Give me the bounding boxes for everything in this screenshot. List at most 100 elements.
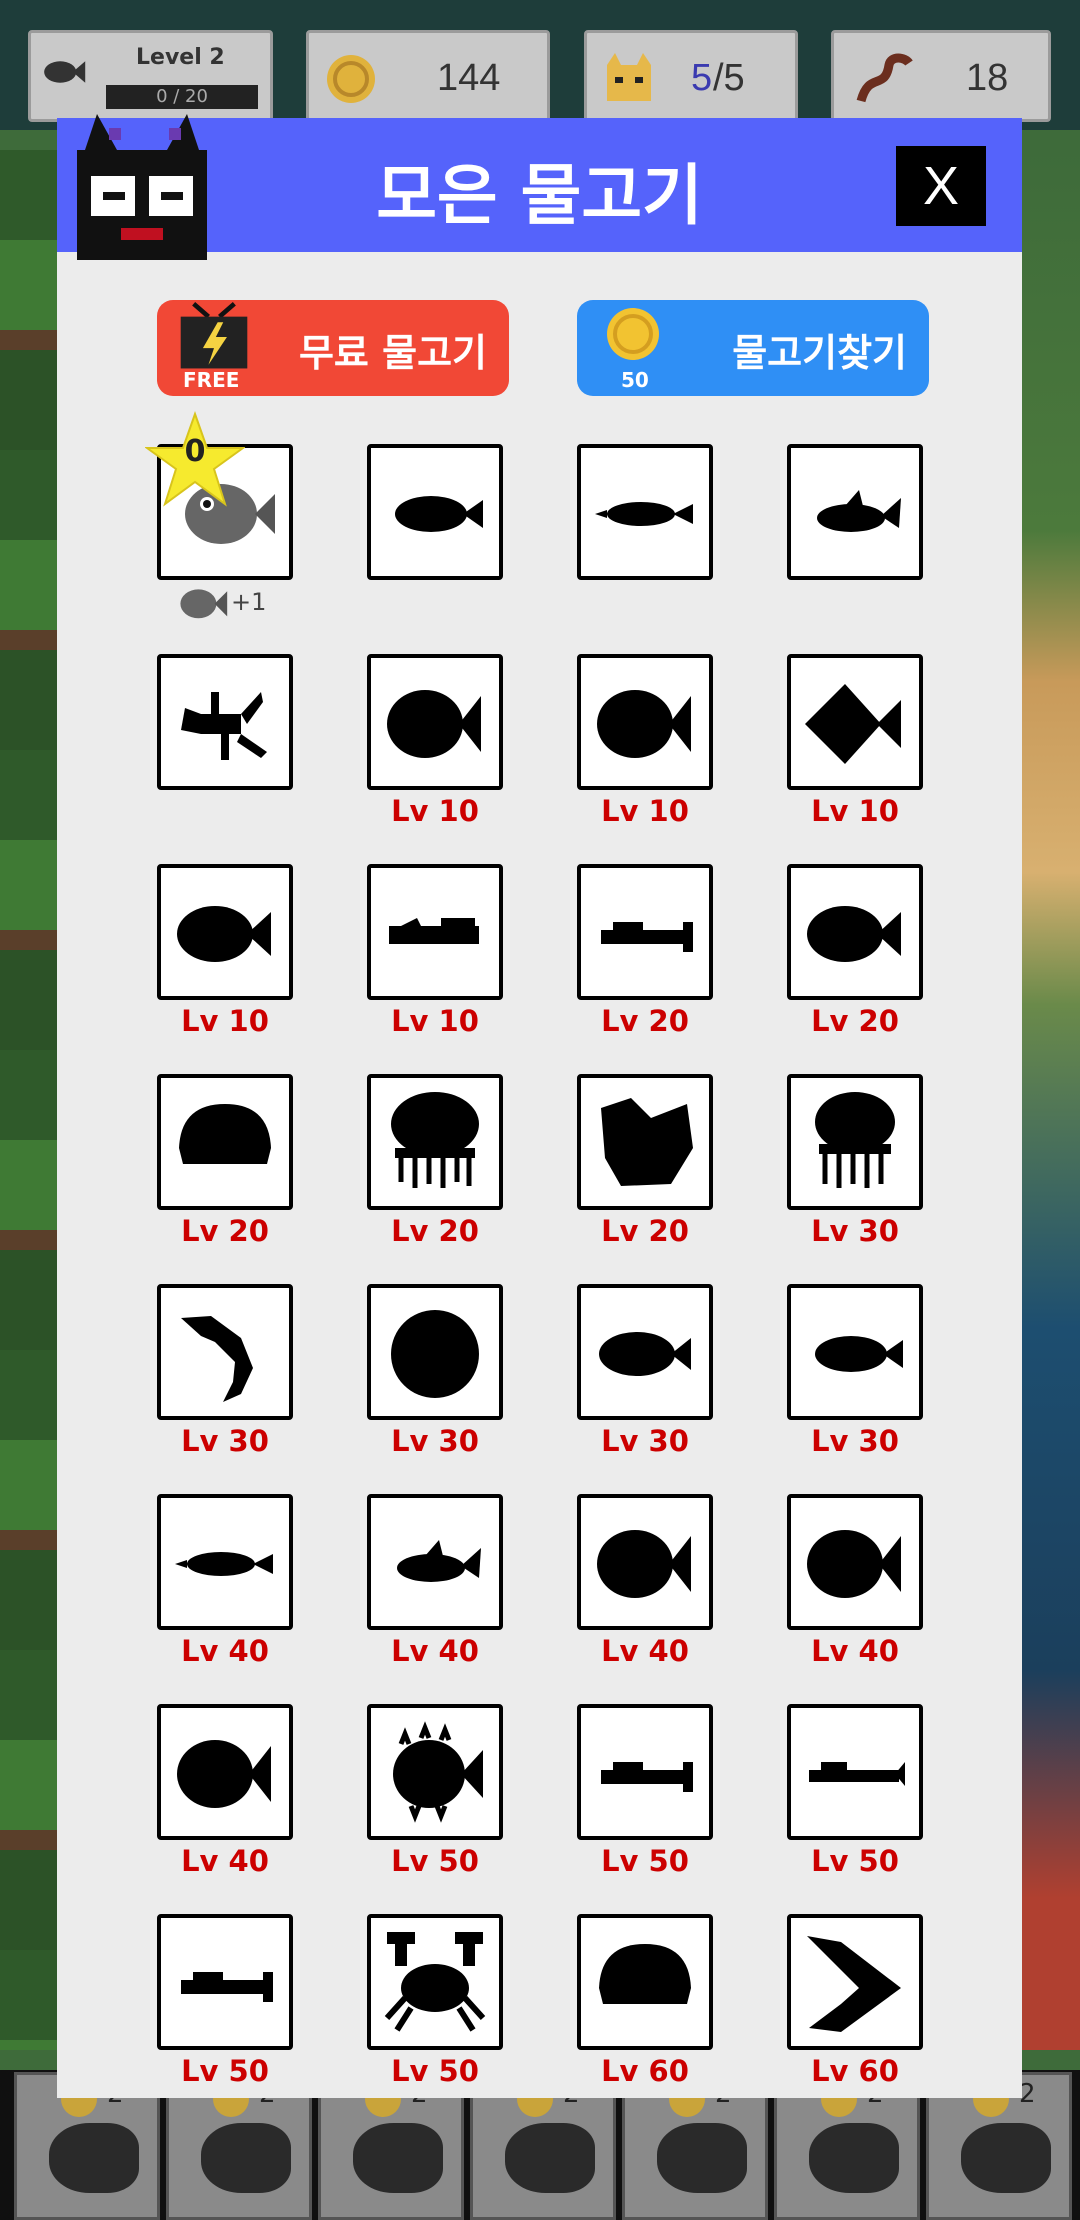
fish-card[interactable] [787, 864, 923, 1000]
fish-card[interactable] [577, 1074, 713, 1210]
free-fish-button[interactable]: FREE 무료 물고기 [157, 300, 509, 396]
fish-card[interactable] [367, 1914, 503, 2050]
fish-unlock-level: Lv 10 [601, 794, 689, 828]
fish-card[interactable] [367, 444, 503, 580]
fish-unlock-level: Lv 10 [811, 794, 899, 828]
fish-unlock-level: Lv 20 [811, 1004, 899, 1038]
fish-unlock-level: Lv 50 [601, 1844, 689, 1878]
fish-silhouette-icon [817, 490, 901, 532]
fish-unlock-level: Lv 30 [811, 1424, 899, 1458]
fish-silhouette-icon [809, 1762, 905, 1786]
fish-unlock-level: Lv 20 [391, 1214, 479, 1248]
fish-silhouette-icon [384, 1932, 486, 2032]
fish-unlock-level: Lv 60 [601, 2054, 689, 2088]
fish-silhouette-icon [807, 1530, 901, 1598]
fish-silhouette-icon [395, 496, 483, 532]
fish-card[interactable] [367, 1074, 503, 1210]
worm-panel[interactable]: 18 [831, 30, 1051, 122]
fish-silhouette-icon [177, 906, 271, 962]
fish-card[interactable] [157, 1284, 293, 1420]
fish-card[interactable] [577, 864, 713, 1000]
fish-card[interactable] [367, 1494, 503, 1630]
fish-card[interactable] [577, 1704, 713, 1840]
fish-card[interactable] [157, 1074, 293, 1210]
find-fish-label: 물고기찾기 [732, 331, 907, 375]
fish-card[interactable] [577, 654, 713, 790]
fish-card[interactable] [787, 1914, 923, 2050]
fish-card[interactable] [787, 654, 923, 790]
fish-card[interactable] [787, 444, 923, 580]
fish-unlock-level: Lv 10 [391, 1004, 479, 1038]
fish-silhouette-icon [807, 906, 901, 962]
fish-silhouette-icon [601, 1098, 693, 1186]
fish-silhouette-icon [181, 1316, 253, 1402]
fish-unlock-level: Lv 30 [181, 1424, 269, 1458]
fish-icon [49, 2123, 139, 2193]
fish-silhouette-icon [391, 1310, 479, 1398]
fish-icon [201, 2123, 291, 2193]
catch-bonus-value: +1 [231, 588, 267, 616]
fish-unlock-level: Lv 40 [601, 1634, 689, 1668]
fish-unlock-level: Lv 10 [391, 794, 479, 828]
fish-icon [353, 2123, 443, 2193]
coin-icon [607, 308, 659, 360]
fish-card[interactable] [157, 1494, 293, 1630]
free-badge: FREE [183, 368, 240, 392]
fish-count: 0 [184, 434, 206, 469]
find-cost: 50 [621, 368, 649, 392]
fish-silhouette-icon [601, 922, 693, 952]
worm-icon [856, 53, 913, 103]
fish-card[interactable] [787, 1284, 923, 1420]
tv-icon [180, 301, 248, 369]
fish-card[interactable] [367, 864, 503, 1000]
fish-card[interactable] [577, 1284, 713, 1420]
fish-icon [809, 2123, 899, 2193]
fish-silhouette-icon [815, 1092, 895, 1188]
fish-unlock-level: Lv 30 [391, 1424, 479, 1458]
fish-card[interactable] [367, 1704, 503, 1840]
fish-unlock-level: Lv 40 [391, 1634, 479, 1668]
fish-card[interactable] [157, 864, 293, 1000]
fish-unlock-level: Lv 40 [181, 1844, 269, 1878]
fish-unlock-level: Lv 20 [181, 1214, 269, 1248]
coin-icon [327, 55, 375, 103]
fish-silhouette-icon [597, 1530, 691, 1598]
fish-card[interactable] [577, 444, 713, 580]
fish-silhouette-icon [177, 1740, 271, 1808]
fish-card[interactable] [157, 1704, 293, 1840]
fish-icon [180, 589, 228, 619]
forest-left [0, 150, 60, 2050]
fish-card[interactable] [367, 1284, 503, 1420]
fish-unlock-level: Lv 50 [391, 2054, 479, 2088]
fish-silhouette-icon [397, 1540, 481, 1582]
fish-card[interactable] [577, 1494, 713, 1630]
cat-panel[interactable]: 5 /5 [584, 30, 798, 122]
fish-silhouette-icon [387, 690, 481, 758]
fish-icon [44, 61, 86, 83]
fish-icon [505, 2123, 595, 2193]
fish-card[interactable] [157, 654, 293, 790]
level-progress: 0 / 20 [106, 85, 258, 109]
coin-panel[interactable]: 144 [306, 30, 550, 122]
fish-card[interactable] [787, 1074, 923, 1210]
cat-total: /5 [713, 57, 745, 99]
fish-silhouette-icon [595, 502, 693, 526]
fish-card[interactable] [787, 1494, 923, 1630]
fish-unlock-level: Lv 30 [601, 1424, 689, 1458]
fish-card[interactable] [577, 1914, 713, 2050]
free-fish-label: 무료 물고기 [298, 331, 487, 375]
fish-card[interactable] [367, 654, 503, 790]
fish-unlock-level: Lv 20 [601, 1214, 689, 1248]
fish-card[interactable] [787, 1704, 923, 1840]
fish-silhouette-icon [601, 1762, 693, 1792]
find-fish-button[interactable]: 50 물고기찾기 [577, 300, 929, 396]
fish-silhouette-icon [599, 1944, 691, 2004]
level-panel[interactable]: Level 2 0 / 20 [28, 30, 273, 122]
close-button[interactable]: X [896, 146, 986, 226]
fish-unlock-level: Lv 40 [181, 1634, 269, 1668]
fish-silhouette-icon [389, 918, 479, 944]
fish-icon [961, 2123, 1051, 2193]
fish-unlock-level: Lv 20 [601, 1004, 689, 1038]
fish-card[interactable] [157, 1914, 293, 2050]
mascot-icon [77, 114, 207, 260]
